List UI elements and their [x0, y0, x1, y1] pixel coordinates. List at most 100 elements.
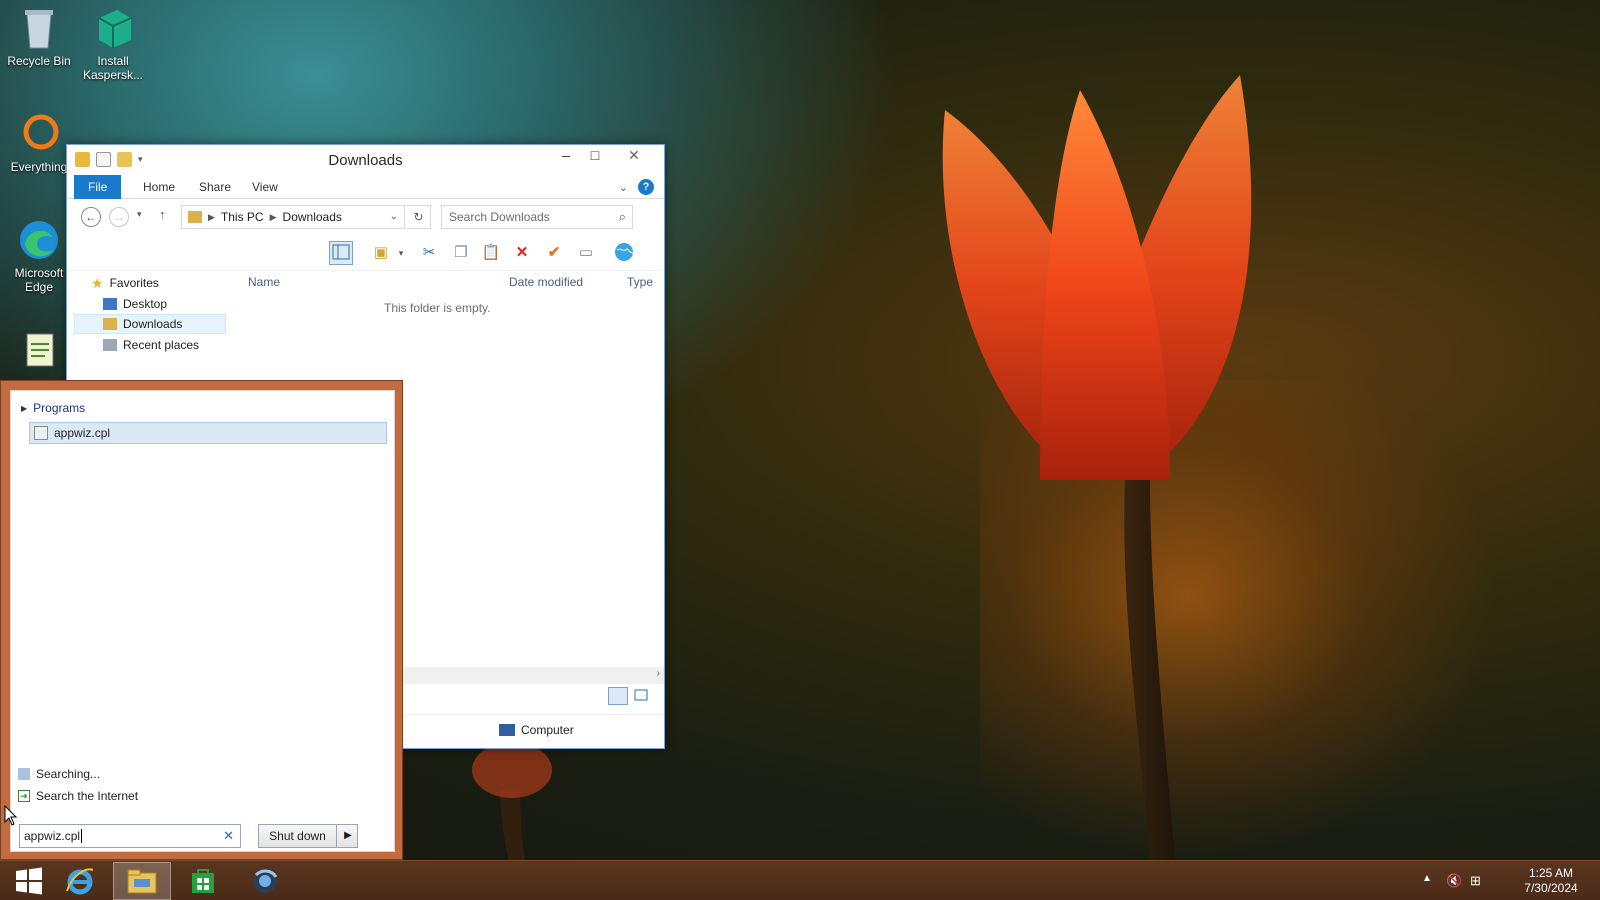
expand-ribbon-icon[interactable]: ⌄ [619, 181, 628, 194]
desktop-icon-label: Microsoft Edge [14, 266, 64, 294]
tab-file[interactable]: File [74, 175, 122, 199]
nav-desktop[interactable]: Desktop [103, 294, 167, 314]
search-icon[interactable]: ⌕ [619, 206, 626, 228]
mouse-cursor-icon [4, 805, 18, 826]
status-location: Computer [499, 723, 574, 737]
explorer-titlebar[interactable]: ▾ Downloads – □ ✕ [67, 145, 664, 175]
desktop-icon-label: Install Kaspersk... [82, 54, 144, 82]
nav-favorites[interactable]: ★ Favorites [91, 273, 159, 293]
search-progress-icon [18, 768, 30, 780]
searching-status: Searching... [18, 767, 100, 781]
help-icon[interactable]: ? [638, 179, 654, 195]
cut-icon[interactable]: ✂ [417, 241, 441, 265]
nav-downloads[interactable]: Downloads [74, 314, 226, 334]
desktop-icon-recycle-bin[interactable]: Recycle Bin [0, 6, 78, 68]
ribbon-tabs: File Home Share View ⌄ ? [67, 175, 664, 199]
preview-pane-icon[interactable] [329, 241, 353, 265]
open-dropdown-icon[interactable]: ▾ [389, 241, 413, 265]
globe-icon[interactable] [612, 241, 636, 265]
search-result-item[interactable]: appwiz.cpl [29, 422, 387, 444]
taskbar-clock[interactable]: 1:25 AM 7/30/2024 [1516, 866, 1586, 896]
nav-recent-places[interactable]: Recent places [103, 335, 199, 355]
ribbon-controls: ⌄ ? [619, 179, 654, 195]
start-icon [16, 867, 42, 895]
taskbar-browser[interactable] [236, 862, 294, 900]
kaspersky-installer-icon [91, 6, 135, 50]
address-row: ← → ▾ ↑ ▶ This PC ▶ Downloads ⌄ ↻ Search… [67, 199, 664, 235]
column-type[interactable]: Type [627, 271, 653, 293]
recent-places-icon [103, 339, 117, 351]
column-date-modified[interactable]: Date modified [509, 271, 583, 293]
breadcrumb-separator-icon: ▶ [208, 211, 215, 222]
control-panel-applet-icon [34, 426, 48, 440]
scroll-right-icon[interactable]: › [657, 668, 660, 679]
desktop-icon-kaspersky[interactable]: Install Kaspersk... [74, 6, 152, 82]
address-dropdown-icon[interactable]: ⌄ [390, 211, 398, 222]
large-icons-view-icon[interactable] [632, 687, 652, 705]
computer-icon [499, 724, 515, 736]
paste-icon[interactable]: 📋 [479, 241, 503, 265]
forward-button[interactable]: → [109, 207, 129, 227]
group-label: Programs [33, 401, 86, 415]
copy-icon[interactable]: ❐ [449, 241, 473, 265]
taskbar: ▲ 🔇 ⊞ 1:25 AM 7/30/2024 [0, 860, 1600, 900]
breadcrumb-this-pc[interactable]: This PC [221, 210, 264, 224]
tab-share[interactable]: Share [185, 175, 245, 199]
start-button[interactable] [0, 862, 58, 900]
shutdown-label[interactable]: Shut down [259, 825, 337, 847]
taskbar-store[interactable] [174, 862, 232, 900]
rename-icon[interactable]: ▭ [574, 241, 598, 265]
result-label: appwiz.cpl [54, 426, 111, 440]
star-icon: ★ [91, 275, 104, 291]
desktop-icon-label: Recycle Bin [7, 54, 71, 68]
browser-icon [253, 869, 278, 893]
breadcrumb-downloads[interactable]: Downloads [283, 210, 342, 224]
results-group-header[interactable]: ▶ Programs [21, 401, 85, 415]
refresh-button[interactable]: ↻ [407, 205, 431, 229]
checkmark-icon[interactable]: ✔ [542, 241, 566, 265]
text-caret [81, 829, 83, 843]
start-menu-panel[interactable]: ▶ Programs appwiz.cpl Searching... ➜ Sea… [0, 380, 403, 860]
desktop-icon-label: Everything [10, 160, 68, 174]
up-button[interactable]: ↑ [159, 207, 166, 222]
address-bar[interactable]: ▶ This PC ▶ Downloads ⌄ [181, 205, 405, 229]
search-placeholder: Search Downloads [449, 210, 550, 224]
search-input[interactable]: Search Downloads ⌕ [441, 205, 633, 229]
network-icon[interactable]: ⊞ [1470, 873, 1481, 889]
search-the-internet-link[interactable]: ➜ Search the Internet [18, 789, 138, 803]
system-tray: ▲ 🔇 ⊞ 1:25 AM 7/30/2024 [1400, 861, 1600, 900]
tab-view[interactable]: View [238, 175, 292, 199]
clock-time: 1:25 AM [1528, 866, 1574, 880]
everything-search-icon [17, 112, 61, 156]
volume-muted-icon[interactable]: 🔇 [1446, 873, 1462, 889]
command-toolbar: ▣ ▾ ✂ ❐ 📋 ✕ ✔ ▭ [67, 235, 664, 271]
minimize-button[interactable]: – [552, 147, 580, 167]
search-internet-label: Search the Internet [36, 789, 139, 803]
close-button[interactable]: ✕ [611, 147, 657, 167]
recent-locations-icon[interactable]: ▾ [137, 209, 142, 220]
start-search-input[interactable]: appwiz.cpl ✕ [19, 824, 241, 848]
file-explorer-icon [127, 869, 157, 894]
column-name[interactable]: Name [248, 271, 280, 293]
maximize-button[interactable]: □ [581, 147, 609, 167]
tab-home[interactable]: Home [129, 175, 189, 199]
shutdown-button[interactable]: Shut down ▶ [258, 824, 358, 848]
nav-label: Desktop [123, 297, 168, 311]
shutdown-options-icon[interactable]: ▶ [339, 825, 357, 847]
details-view-icon[interactable] [608, 687, 628, 705]
taskbar-internet-explorer[interactable] [51, 862, 109, 900]
downloads-folder-icon [103, 318, 117, 330]
taskbar-file-explorer[interactable] [113, 862, 171, 900]
empty-folder-message: This folder is empty. [384, 301, 491, 315]
start-search-results: ▶ Programs appwiz.cpl Searching... ➜ Sea… [10, 390, 395, 852]
show-hidden-icons[interactable]: ▲ [1422, 873, 1432, 884]
nav-label: Recent places [123, 338, 200, 352]
downloads-folder-icon [188, 211, 202, 223]
nav-label: Favorites [109, 276, 159, 290]
clock-date: 7/30/2024 [1524, 881, 1578, 895]
back-button[interactable]: ← [81, 207, 101, 227]
searching-label: Searching... [36, 767, 101, 781]
delete-icon[interactable]: ✕ [510, 241, 534, 265]
clear-search-icon[interactable]: ✕ [223, 825, 234, 847]
arrow-right-icon: ➜ [18, 790, 30, 802]
